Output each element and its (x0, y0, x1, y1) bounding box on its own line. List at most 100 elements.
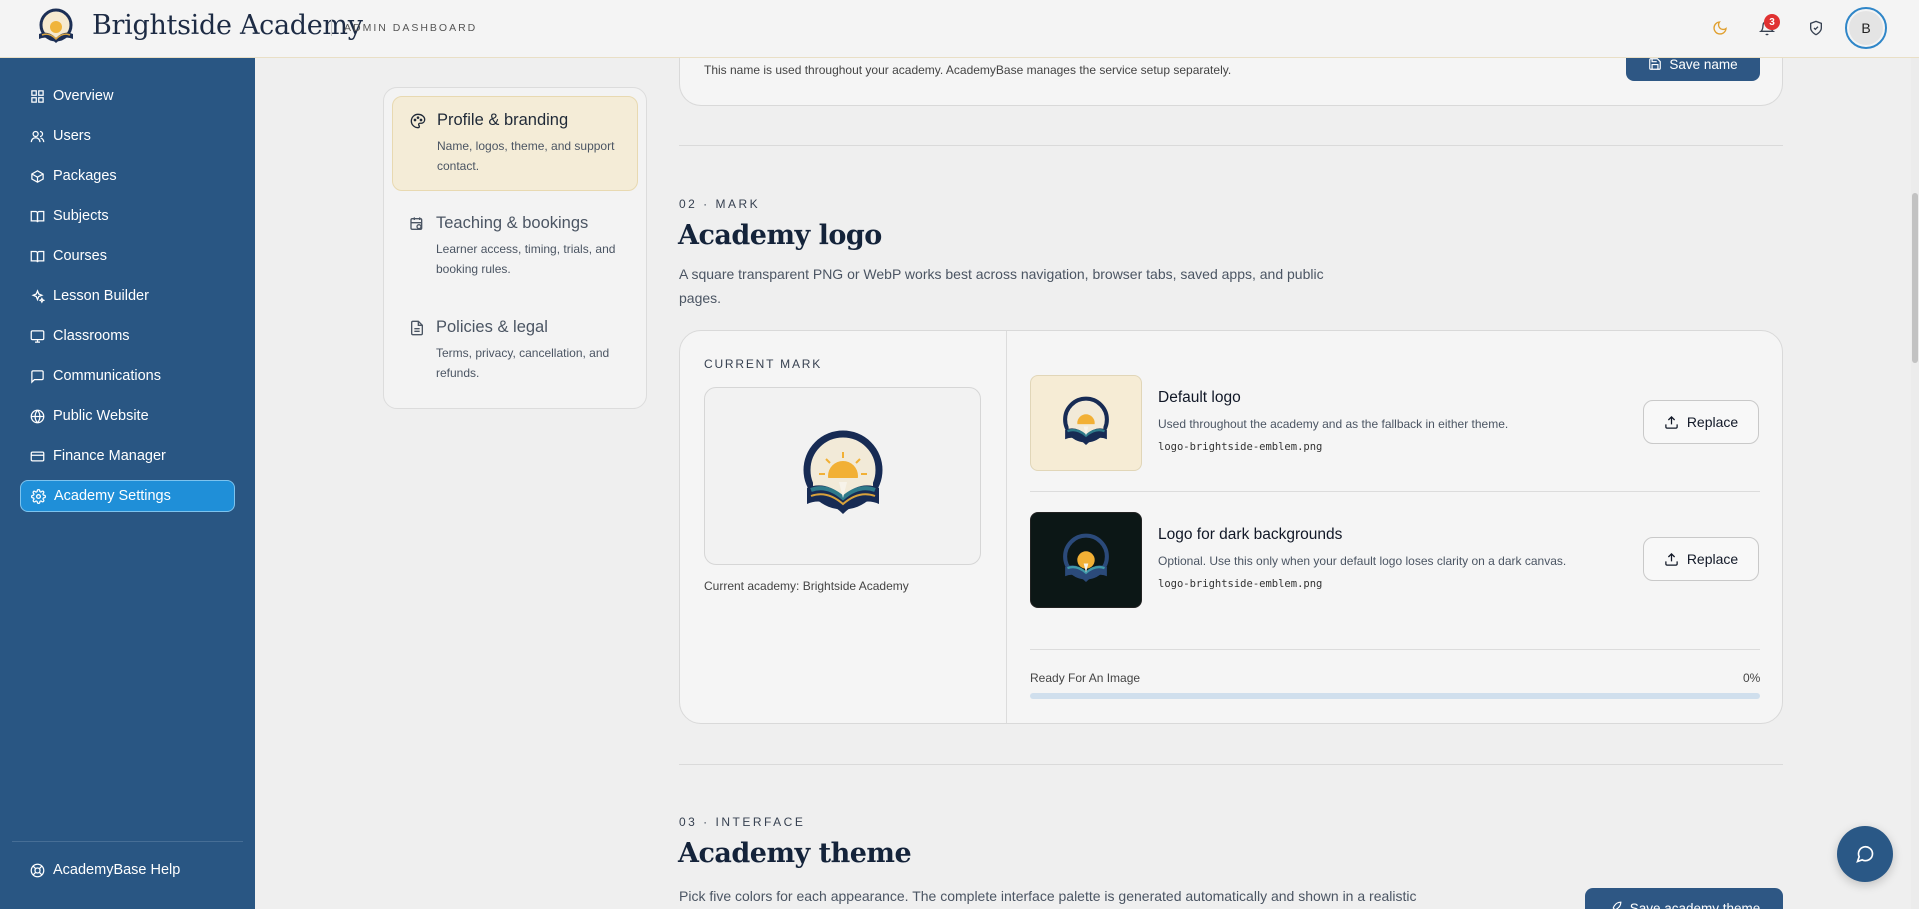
sidebar-item-label: AcademyBase Help (53, 862, 181, 878)
sidebar-item-help[interactable]: AcademyBase Help (20, 854, 235, 886)
chat-button[interactable] (1837, 826, 1893, 882)
calendar-clock-icon (409, 216, 425, 232)
sidebar-item-label: Packages (53, 168, 117, 184)
save-theme-button[interactable]: Save academy theme (1585, 888, 1783, 909)
brand-tagline: ADMIN DASHBOARD (344, 22, 478, 34)
users-icon (29, 128, 45, 144)
subnav-desc: Name, logos, theme, and support contact. (437, 139, 615, 173)
sidebar-item-classrooms[interactable]: Classrooms (20, 320, 235, 352)
sidebar-item-academy-settings[interactable]: Academy Settings (20, 480, 235, 512)
rocket-icon (1612, 901, 1622, 909)
theme-lead: Pick five colors for each appearance. Th… (679, 888, 1417, 904)
subnav-item-profile-branding[interactable]: Profile & branding Name, logos, theme, a… (392, 96, 638, 191)
package-icon (29, 168, 45, 184)
notification-badge: 3 (1764, 14, 1780, 30)
default-logo-filename: logo-brightside-emblem.png (1158, 441, 1323, 453)
replace-label: Replace (1686, 551, 1739, 567)
default-logo-thumbnail (1030, 375, 1142, 471)
settings-subnav: Profile & branding Name, logos, theme, a… (383, 87, 647, 409)
dark-logo-title: Logo for dark backgrounds (1158, 526, 1343, 543)
default-logo-title: Default logo (1158, 389, 1241, 406)
sidebar-item-users[interactable]: Users (20, 120, 235, 152)
sidebar-item-label: Subjects (53, 208, 109, 224)
name-help-text: This name is used throughout your academ… (704, 63, 1232, 77)
default-logo-desc: Used throughout the academy and as the f… (1158, 417, 1509, 431)
globe-icon (29, 408, 45, 424)
subnav-title: Profile & branding (437, 111, 569, 129)
moon-icon[interactable] (1709, 17, 1731, 39)
current-mark-caption: Current academy: Brightside Academy (704, 579, 909, 593)
message-icon (29, 368, 45, 384)
subnav-title: Policies & legal (436, 318, 548, 336)
sidebar-item-label: Overview (53, 88, 114, 104)
current-mark-preview (704, 387, 981, 565)
upload-progress-label: Ready For An Image (1030, 671, 1141, 685)
upload-icon (1665, 415, 1678, 429)
upload-icon (1665, 552, 1678, 566)
sidebar-item-finance-manager[interactable]: Finance Manager (20, 440, 235, 472)
logo-card: CURRENT MARK Current academy: Brightside… (679, 330, 1783, 724)
dark-logo-desc: Optional. Use this only when your defaul… (1158, 554, 1567, 568)
gear-icon (30, 488, 46, 504)
scrollbar-thumb[interactable] (1912, 193, 1918, 363)
sidebar-item-label: Public Website (53, 408, 149, 424)
subnav-desc: Learner access, timing, trials, and book… (436, 242, 616, 276)
card-icon (29, 448, 45, 464)
academy-logo-icon[interactable] (36, 8, 76, 48)
subnav-item-policies-legal[interactable]: Policies & legal Terms, privacy, cancell… (392, 304, 638, 399)
shield-icon[interactable] (1805, 17, 1827, 39)
row-divider (1030, 491, 1760, 492)
avatar[interactable]: B (1845, 7, 1887, 49)
sidebar-item-public-website[interactable]: Public Website (20, 400, 235, 432)
upload-progress-bar (1030, 693, 1760, 699)
grid-icon (29, 88, 45, 104)
sidebar-item-label: Lesson Builder (53, 288, 149, 304)
avatar-initial: B (1849, 11, 1883, 45)
sidebar-item-subjects[interactable]: Subjects (20, 200, 235, 232)
sidebar-item-label: Communications (53, 368, 161, 384)
mark-eyebrow: 02 · MARK (679, 197, 761, 211)
sidebar-item-label: Academy Settings (54, 488, 171, 504)
row-divider (1030, 649, 1760, 650)
book-open-icon (29, 248, 45, 264)
replace-default-logo-button[interactable]: Replace (1643, 400, 1759, 444)
default-logo-row: Default logo Used throughout the academy… (1030, 375, 1760, 473)
save-theme-label: Save academy theme (1629, 901, 1761, 909)
sidebar-item-label: Classrooms (53, 328, 130, 344)
section-divider (679, 145, 1783, 146)
sidebar-item-label: Courses (53, 248, 107, 264)
sidebar-item-label: Finance Manager (53, 448, 166, 464)
subnav-desc: Terms, privacy, cancellation, and refund… (436, 346, 610, 380)
sidebar-divider (12, 841, 243, 842)
subnav-item-teaching-bookings[interactable]: Teaching & bookings Learner access, timi… (392, 200, 638, 295)
sidebar-item-overview[interactable]: Overview (20, 80, 235, 112)
document-icon (409, 320, 425, 336)
sidebar-item-communications[interactable]: Communications (20, 360, 235, 392)
dark-logo-row: Logo for dark backgrounds Optional. Use … (1030, 512, 1760, 610)
sidebar: Overview Users Packages Subjects Courses… (0, 58, 255, 909)
brand-divider (331, 19, 332, 36)
upload-progress-value: 0% (1743, 671, 1761, 685)
mark-lead: A square transparent PNG or WebP works b… (679, 266, 1324, 306)
brand-name: Brightside Academy (92, 10, 363, 41)
scrollbar-track[interactable] (1911, 58, 1919, 909)
theme-title: Academy theme (678, 838, 912, 869)
section-divider (679, 764, 1783, 765)
sidebar-item-lesson-builder[interactable]: Lesson Builder (20, 280, 235, 312)
replace-dark-logo-button[interactable]: Replace (1643, 537, 1759, 581)
current-mark-label: CURRENT MARK (704, 357, 823, 371)
mark-title: Academy logo (678, 220, 882, 251)
theme-eyebrow: 03 · INTERFACE (679, 815, 806, 829)
monitor-icon (29, 328, 45, 344)
save-name-label: Save name (1669, 56, 1738, 72)
sidebar-item-courses[interactable]: Courses (20, 240, 235, 272)
sidebar-item-label: Users (53, 128, 91, 144)
academy-emblem-icon (1063, 396, 1109, 446)
lifebuoy-icon (29, 862, 45, 878)
academy-emblem-icon (1063, 533, 1109, 583)
card-divider (1006, 331, 1007, 723)
academy-emblem-icon (803, 430, 882, 514)
palette-icon (410, 113, 426, 129)
subnav-title: Teaching & bookings (436, 214, 589, 232)
sidebar-item-packages[interactable]: Packages (20, 160, 235, 192)
